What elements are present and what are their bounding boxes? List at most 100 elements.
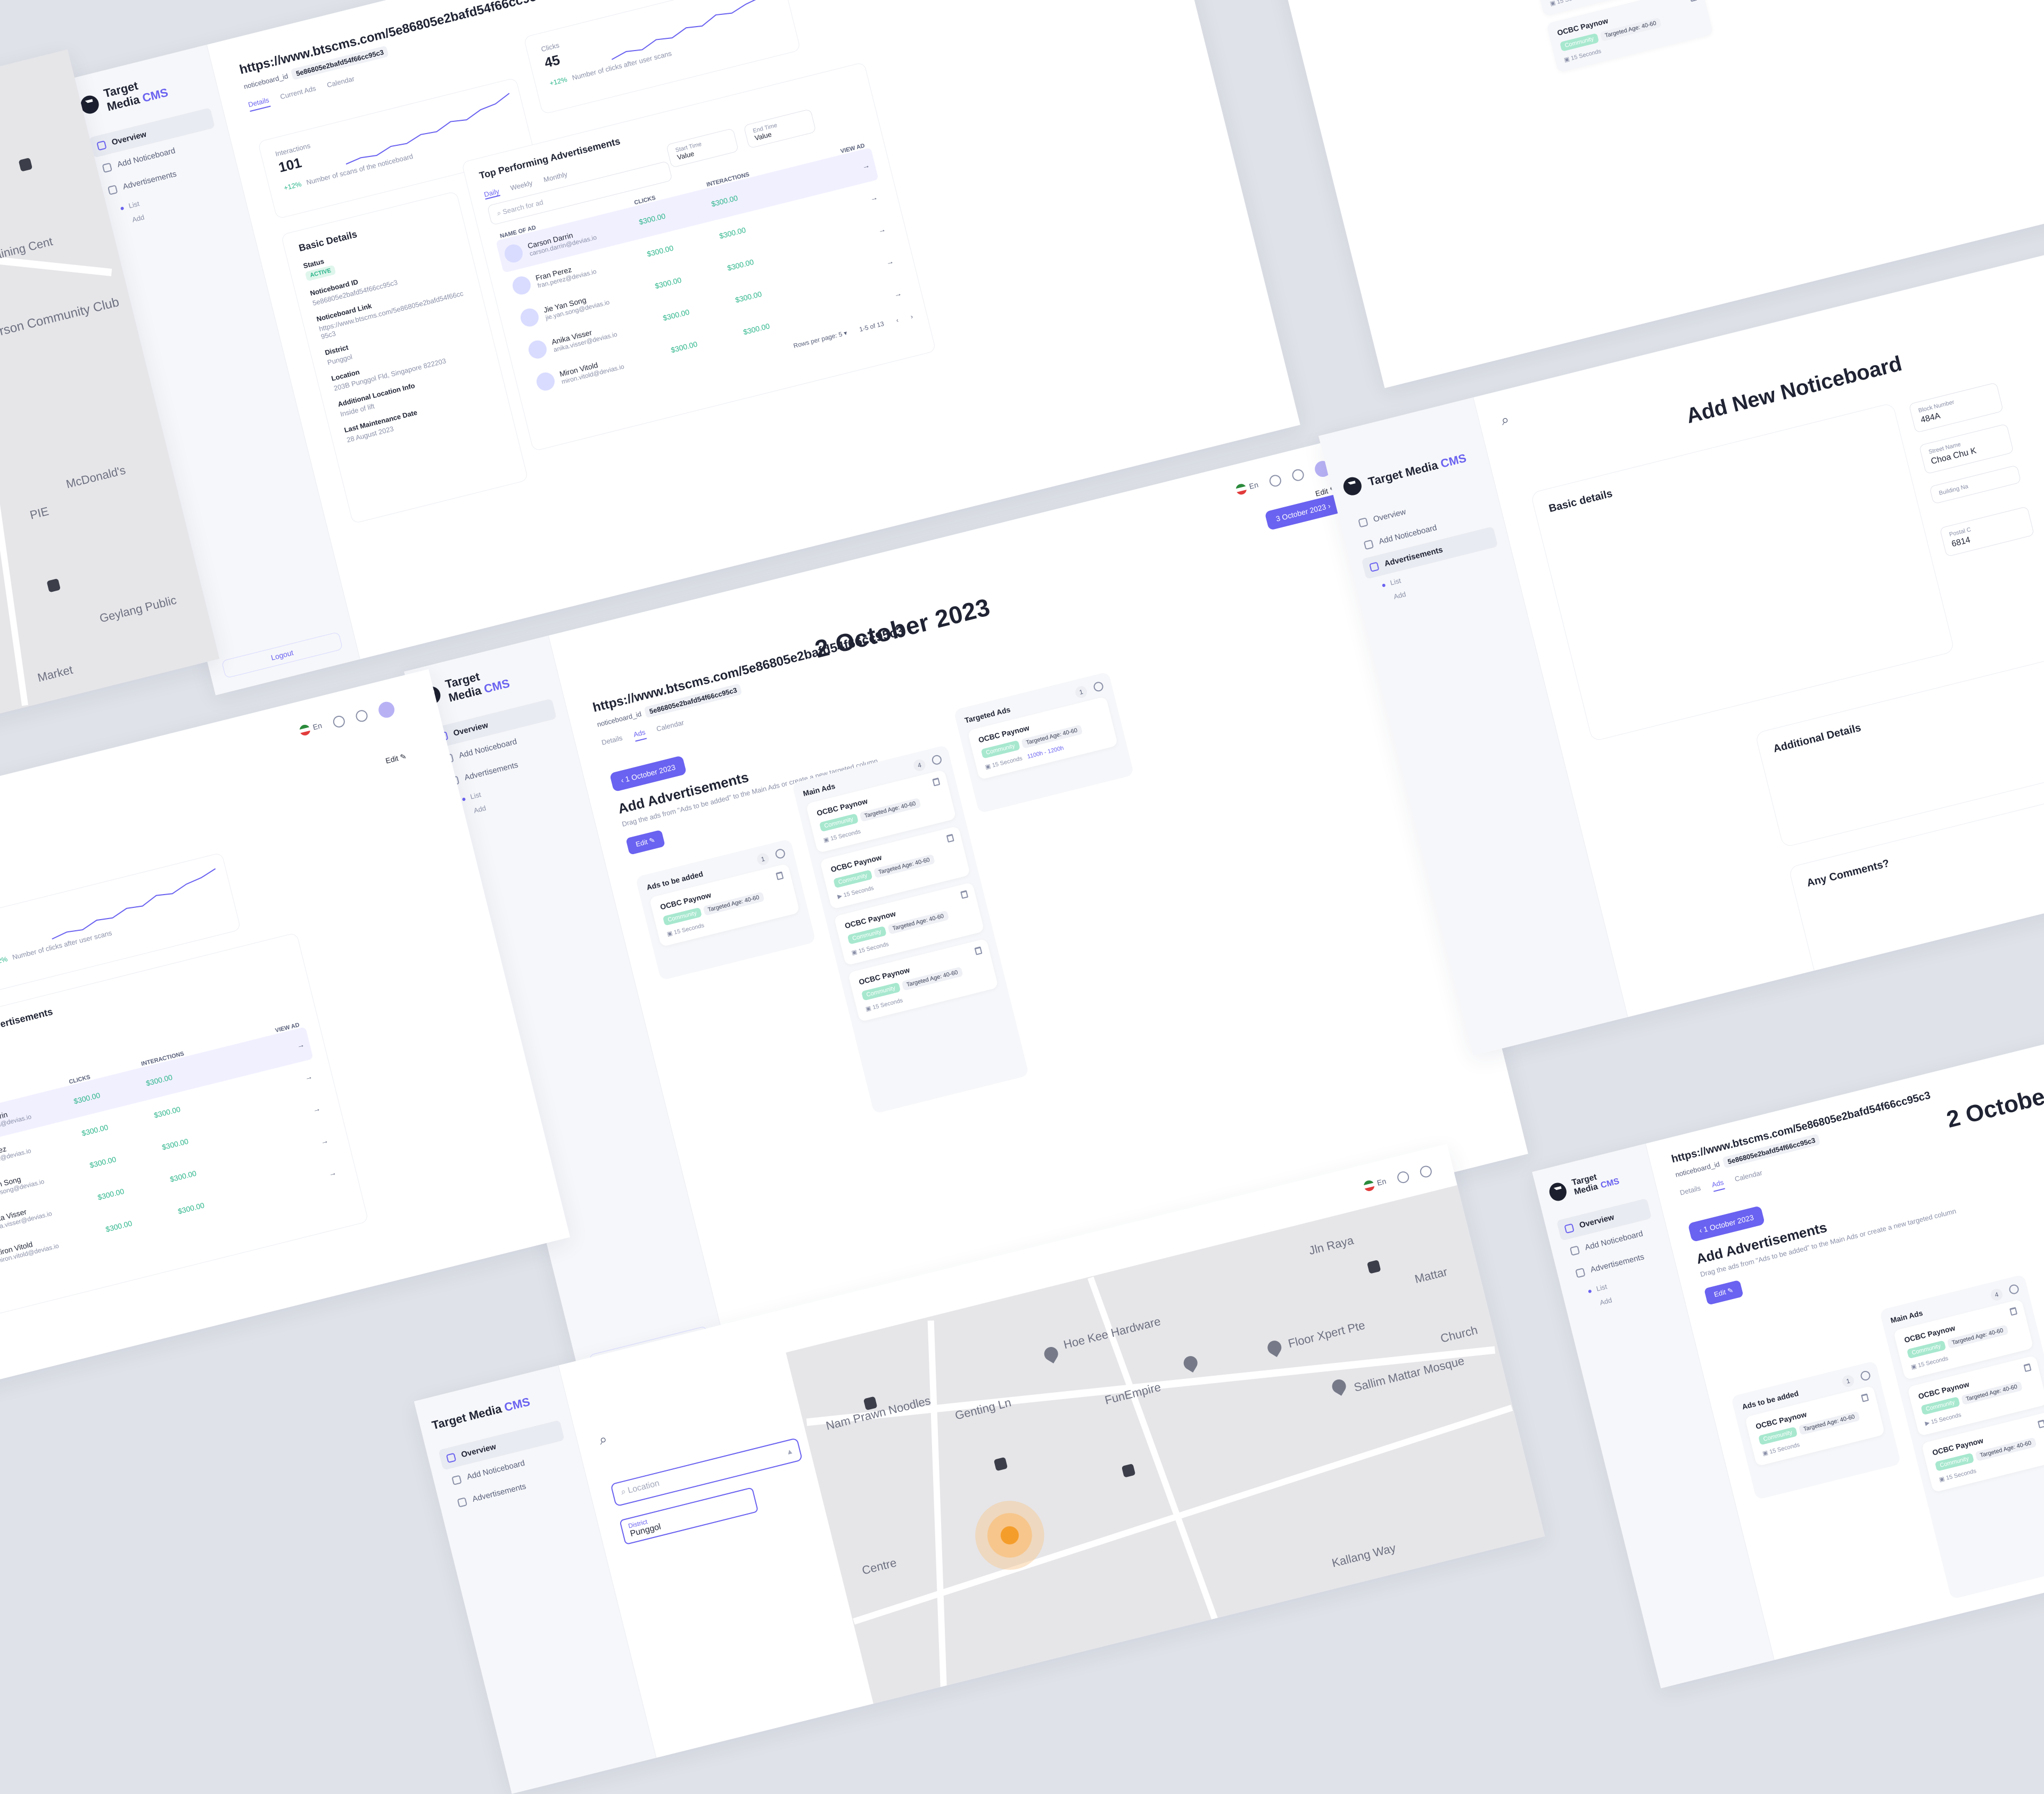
arrow-right-icon[interactable]: → bbox=[312, 1104, 321, 1114]
map-label: Geylang Public bbox=[98, 593, 178, 625]
duration-text: 15 Seconds bbox=[1556, 0, 1588, 5]
ads-icon bbox=[457, 1497, 467, 1508]
tab-ads[interactable]: Ads bbox=[632, 727, 647, 742]
map-pin-icon[interactable] bbox=[1181, 1353, 1200, 1373]
column-ads-to-be-added: Ads to be added 1 OCBC Paynow CommunityT… bbox=[635, 838, 816, 981]
chevron-right-icon[interactable]: › bbox=[910, 313, 913, 321]
row-interactions: $300.00 bbox=[177, 1201, 205, 1216]
tab-current-ads[interactable]: Current Ads bbox=[279, 84, 318, 104]
brand: Target MediaCMS bbox=[78, 63, 206, 120]
tab-ads[interactable]: Ads bbox=[1711, 1178, 1726, 1192]
location-input[interactable]: ⌕ Location ▴ bbox=[610, 1437, 803, 1507]
bell-icon[interactable] bbox=[1419, 1164, 1433, 1179]
trash-icon[interactable] bbox=[2009, 1307, 2018, 1316]
board-icon bbox=[451, 1475, 462, 1485]
row-interactions: $300.00 bbox=[742, 321, 771, 336]
trash-icon[interactable] bbox=[1861, 1393, 1869, 1402]
edit-button[interactable]: Edit ✎ bbox=[625, 829, 665, 855]
logout-button[interactable]: Logout bbox=[221, 631, 343, 679]
street-name-field[interactable]: Street Name Choa Chu K bbox=[1918, 423, 2014, 475]
home-icon bbox=[1358, 517, 1369, 528]
flag-icon bbox=[1362, 1179, 1376, 1193]
language-label: En bbox=[1376, 1177, 1387, 1187]
bus-stop-icon bbox=[993, 1457, 1008, 1471]
arrow-right-icon[interactable]: → bbox=[869, 193, 878, 203]
prev-date-label: 1 October 2023 bbox=[624, 763, 677, 784]
bus-stop-icon bbox=[46, 578, 61, 593]
arrow-right-icon[interactable]: → bbox=[328, 1168, 337, 1178]
duration-text: 15 Seconds bbox=[829, 828, 862, 842]
trash-icon[interactable] bbox=[932, 778, 941, 787]
building-name-field[interactable]: Building Na bbox=[1929, 465, 2022, 505]
contacts-icon[interactable] bbox=[1268, 474, 1283, 488]
select-value: Value bbox=[676, 149, 695, 162]
ad-card[interactable]: OCBC Paynow CommunityTargeted Age: 40-60… bbox=[967, 696, 1118, 780]
end-time-select[interactable]: End Time Value bbox=[743, 109, 817, 149]
field-value: 6814 bbox=[1950, 535, 1972, 549]
duration-text: 15 Seconds bbox=[1570, 48, 1602, 62]
avatar[interactable] bbox=[376, 700, 397, 720]
contacts-icon[interactable] bbox=[1396, 1170, 1411, 1185]
search-icon[interactable]: ⌕ bbox=[1499, 411, 1511, 429]
ad-card[interactable]: OCBC Paynow CommunityTargeted Age: 40-60… bbox=[649, 863, 800, 947]
bell-icon[interactable] bbox=[355, 708, 369, 723]
tab-weekly[interactable]: Weekly bbox=[509, 179, 533, 193]
row-clicks: $300.00 bbox=[88, 1154, 117, 1170]
section-label: Basic details bbox=[1547, 487, 1614, 515]
edit-link[interactable]: Edit ✎ bbox=[385, 752, 408, 766]
language-selector[interactable]: En bbox=[1362, 1176, 1388, 1193]
edit-button[interactable]: Edit ✎ bbox=[1704, 1279, 1744, 1305]
arrow-right-icon[interactable]: → bbox=[885, 257, 894, 267]
map-pin-icon[interactable] bbox=[1041, 1344, 1061, 1363]
tab-details[interactable]: Details bbox=[601, 734, 624, 750]
language-selector[interactable]: En bbox=[298, 721, 324, 737]
brand-name: Target Media bbox=[1571, 1172, 1599, 1197]
ad-card[interactable]: OCBC PaynowCommunityTargeted Age: 40-60▣… bbox=[1546, 0, 1713, 73]
arrow-right-icon[interactable]: → bbox=[893, 288, 902, 299]
avatar bbox=[510, 274, 533, 297]
postal-code-field[interactable]: Postal C 6814 bbox=[1939, 506, 2035, 557]
brand-name: Target Media bbox=[1366, 458, 1439, 489]
rows-per-page-value: 5 bbox=[837, 330, 843, 338]
trash-icon[interactable] bbox=[2023, 1363, 2032, 1373]
contacts-icon[interactable] bbox=[332, 714, 347, 729]
chevron-left-icon[interactable]: ‹ bbox=[895, 316, 899, 324]
brand-suffix: CMS bbox=[141, 85, 170, 105]
start-time-select[interactable]: Start Time Value bbox=[666, 128, 739, 168]
trash-icon[interactable] bbox=[946, 833, 954, 843]
duration-text: 15 Seconds bbox=[673, 922, 705, 936]
bus-stop-icon bbox=[1121, 1463, 1136, 1478]
map-label: Jln Raya bbox=[1307, 1233, 1355, 1258]
sidebar-item-label: Overview bbox=[1578, 1212, 1616, 1230]
language-selector[interactable]: En bbox=[1234, 480, 1260, 496]
bell-icon[interactable] bbox=[1291, 468, 1305, 483]
map-pin-icon[interactable] bbox=[1329, 1377, 1349, 1396]
map-label: PIE bbox=[28, 504, 51, 522]
tab-calendar[interactable]: Calendar bbox=[656, 718, 686, 736]
trash-icon[interactable] bbox=[776, 871, 784, 880]
arrow-right-icon[interactable]: → bbox=[296, 1040, 305, 1050]
trash-icon[interactable] bbox=[2037, 1419, 2044, 1428]
tab-calendar[interactable]: Calendar bbox=[326, 75, 356, 92]
arrow-right-icon[interactable]: → bbox=[861, 161, 870, 171]
map-label: Centre bbox=[860, 1556, 898, 1577]
map-pin-icon[interactable] bbox=[1265, 1338, 1284, 1357]
block-number-field[interactable]: Block Number 484A bbox=[1908, 382, 2004, 433]
arrow-right-icon[interactable]: → bbox=[877, 225, 886, 235]
tab-details[interactable]: Details bbox=[247, 96, 271, 112]
tab-details[interactable]: Details bbox=[1679, 1184, 1702, 1200]
tab-calendar[interactable]: Calendar bbox=[1734, 1169, 1763, 1186]
topbar: En bbox=[1362, 1164, 1433, 1193]
tab-daily[interactable]: Daily bbox=[483, 187, 500, 200]
row-interactions: $300.00 bbox=[718, 225, 747, 241]
search-icon[interactable]: ⌕ bbox=[597, 1431, 609, 1449]
select-value: Value bbox=[754, 130, 773, 142]
trash-icon[interactable] bbox=[974, 946, 983, 955]
arrow-right-icon[interactable]: → bbox=[304, 1072, 313, 1082]
arrow-right-icon[interactable]: → bbox=[320, 1136, 329, 1146]
tab-monthly[interactable]: Monthly bbox=[543, 170, 568, 185]
sidebar-item-label: Overview bbox=[111, 129, 147, 147]
avatar bbox=[534, 370, 557, 393]
trash-icon[interactable] bbox=[960, 890, 969, 899]
stat-change: +12% bbox=[548, 75, 568, 88]
